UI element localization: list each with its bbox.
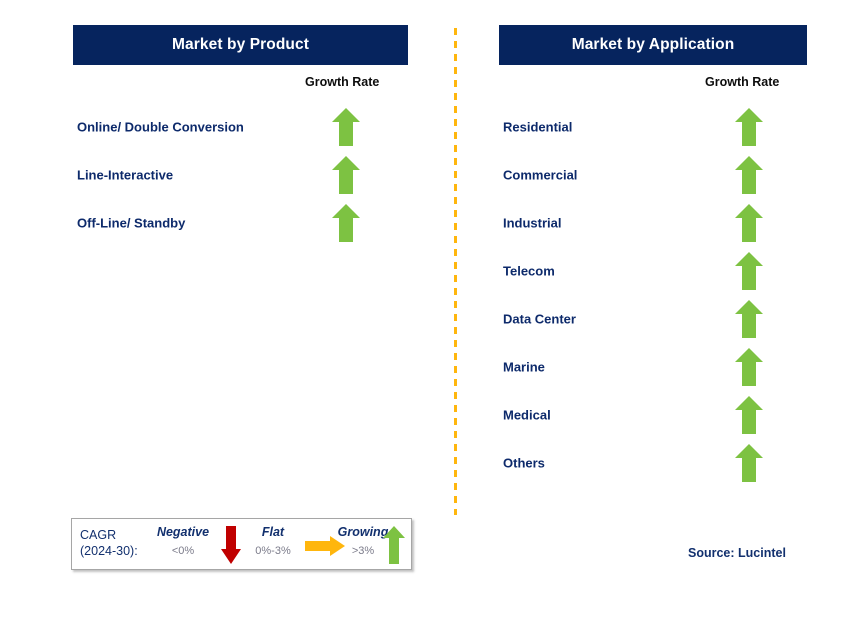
row-label-line-interactive: Line-Interactive [77, 167, 174, 183]
legend-title-line1: CAGR [80, 528, 117, 542]
arrow-up-icon [734, 395, 764, 435]
table-row: Line-Interactive [73, 151, 408, 199]
legend-title-line2: (2024-30): [80, 544, 138, 558]
legend-title: CAGR (2024-30): [80, 527, 138, 559]
table-row: Residential [499, 103, 807, 151]
row-label-medical: Medical [503, 407, 551, 423]
growth-rate-column-label-application: Growth Rate [705, 75, 780, 89]
table-row: Marine [499, 343, 807, 391]
row-label-residential: Residential [503, 119, 573, 135]
row-label-data-center: Data Center [503, 311, 576, 327]
application-rows: Residential Commercial Industrial Teleco… [499, 103, 807, 487]
growth-rate-column-label-product: Growth Rate [305, 75, 380, 89]
table-row: Commercial [499, 151, 807, 199]
row-label-telecom: Telecom [503, 263, 555, 279]
legend-item-flat: Flat 0%-3% [235, 519, 311, 569]
table-row: Others [499, 439, 807, 487]
arrow-up-icon [734, 347, 764, 387]
arrow-up-icon [734, 443, 764, 483]
legend-value-negative: <0% [171, 545, 195, 557]
legend-label-negative: Negative [156, 525, 210, 539]
legend-label-flat: Flat [261, 525, 285, 539]
vertical-dashed-divider [454, 28, 457, 515]
table-row: Medical [499, 391, 807, 439]
arrow-up-icon [382, 525, 406, 565]
table-row: Industrial [499, 199, 807, 247]
panel-header-product: Market by Product [73, 25, 408, 65]
panel-header-application: Market by Application [499, 25, 807, 65]
row-label-online-double-conversion: Online/ Double Conversion [77, 119, 244, 135]
arrow-up-icon [331, 203, 361, 243]
row-label-marine: Marine [503, 359, 545, 375]
arrow-up-icon [734, 155, 764, 195]
infographic-canvas: Market by Product Growth Rate Online/ Do… [0, 0, 865, 618]
legend-value-flat: 0%-3% [255, 545, 291, 557]
row-label-commercial: Commercial [503, 167, 578, 183]
table-row: Telecom [499, 247, 807, 295]
row-label-industrial: Industrial [503, 215, 562, 231]
arrow-up-icon [331, 155, 361, 195]
arrow-up-icon [331, 107, 361, 147]
table-row: Data Center [499, 295, 807, 343]
arrow-up-icon [734, 203, 764, 243]
source-attribution: Source: Lucintel [688, 546, 786, 560]
cagr-legend: CAGR (2024-30): Negative <0% Flat 0%-3% [71, 518, 412, 570]
row-label-others: Others [503, 455, 545, 471]
arrow-up-icon [734, 299, 764, 339]
table-row: Off-Line/ Standby [73, 199, 408, 247]
arrow-up-icon [734, 107, 764, 147]
legend-item-negative: Negative <0% [145, 519, 221, 569]
row-label-off-line-standby: Off-Line/ Standby [77, 215, 186, 231]
table-row: Online/ Double Conversion [73, 103, 408, 151]
product-rows: Online/ Double Conversion Line-Interacti… [73, 103, 408, 247]
arrow-up-icon [734, 251, 764, 291]
